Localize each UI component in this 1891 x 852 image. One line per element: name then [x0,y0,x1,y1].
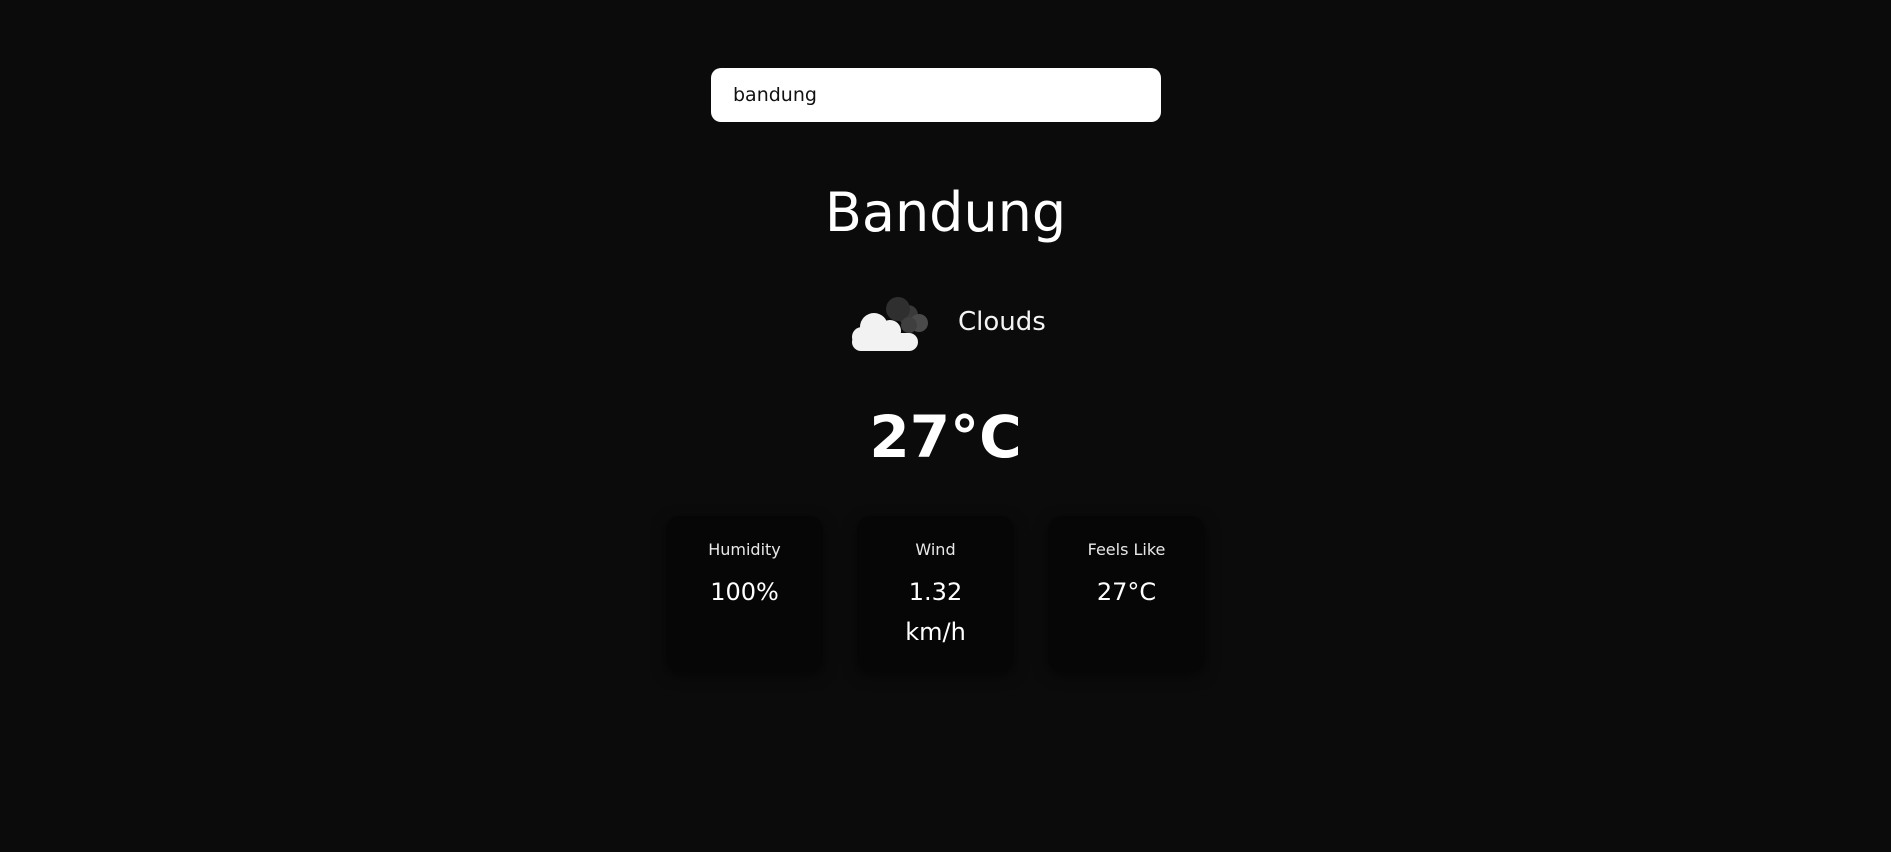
condition-row: Clouds [846,292,1066,352]
humidity-value: 100% [710,578,779,606]
wind-value: 1.32 km/h [905,578,966,646]
feels-like-card: Feels Like 27°C [1048,516,1205,672]
clouds-icon [852,297,928,351]
search-container [711,68,1161,122]
search-input[interactable] [711,68,1161,122]
stats-row: Humidity 100% Wind 1.32 km/h Feels Like … [666,516,1206,672]
humidity-card: Humidity 100% [666,516,823,672]
city-name: Bandung [824,181,1067,244]
wind-card: Wind 1.32 km/h [857,516,1014,672]
condition-label: Clouds [958,307,1046,337]
feels-like-label: Feels Like [1087,540,1166,559]
humidity-label: Humidity [708,540,781,559]
weather-app: Bandung Clouds 27°C Humidity 100% Wind 1… [0,0,1891,852]
temperature: 27°C [869,403,1022,471]
wind-label: Wind [915,540,956,559]
feels-like-value: 27°C [1096,578,1157,606]
